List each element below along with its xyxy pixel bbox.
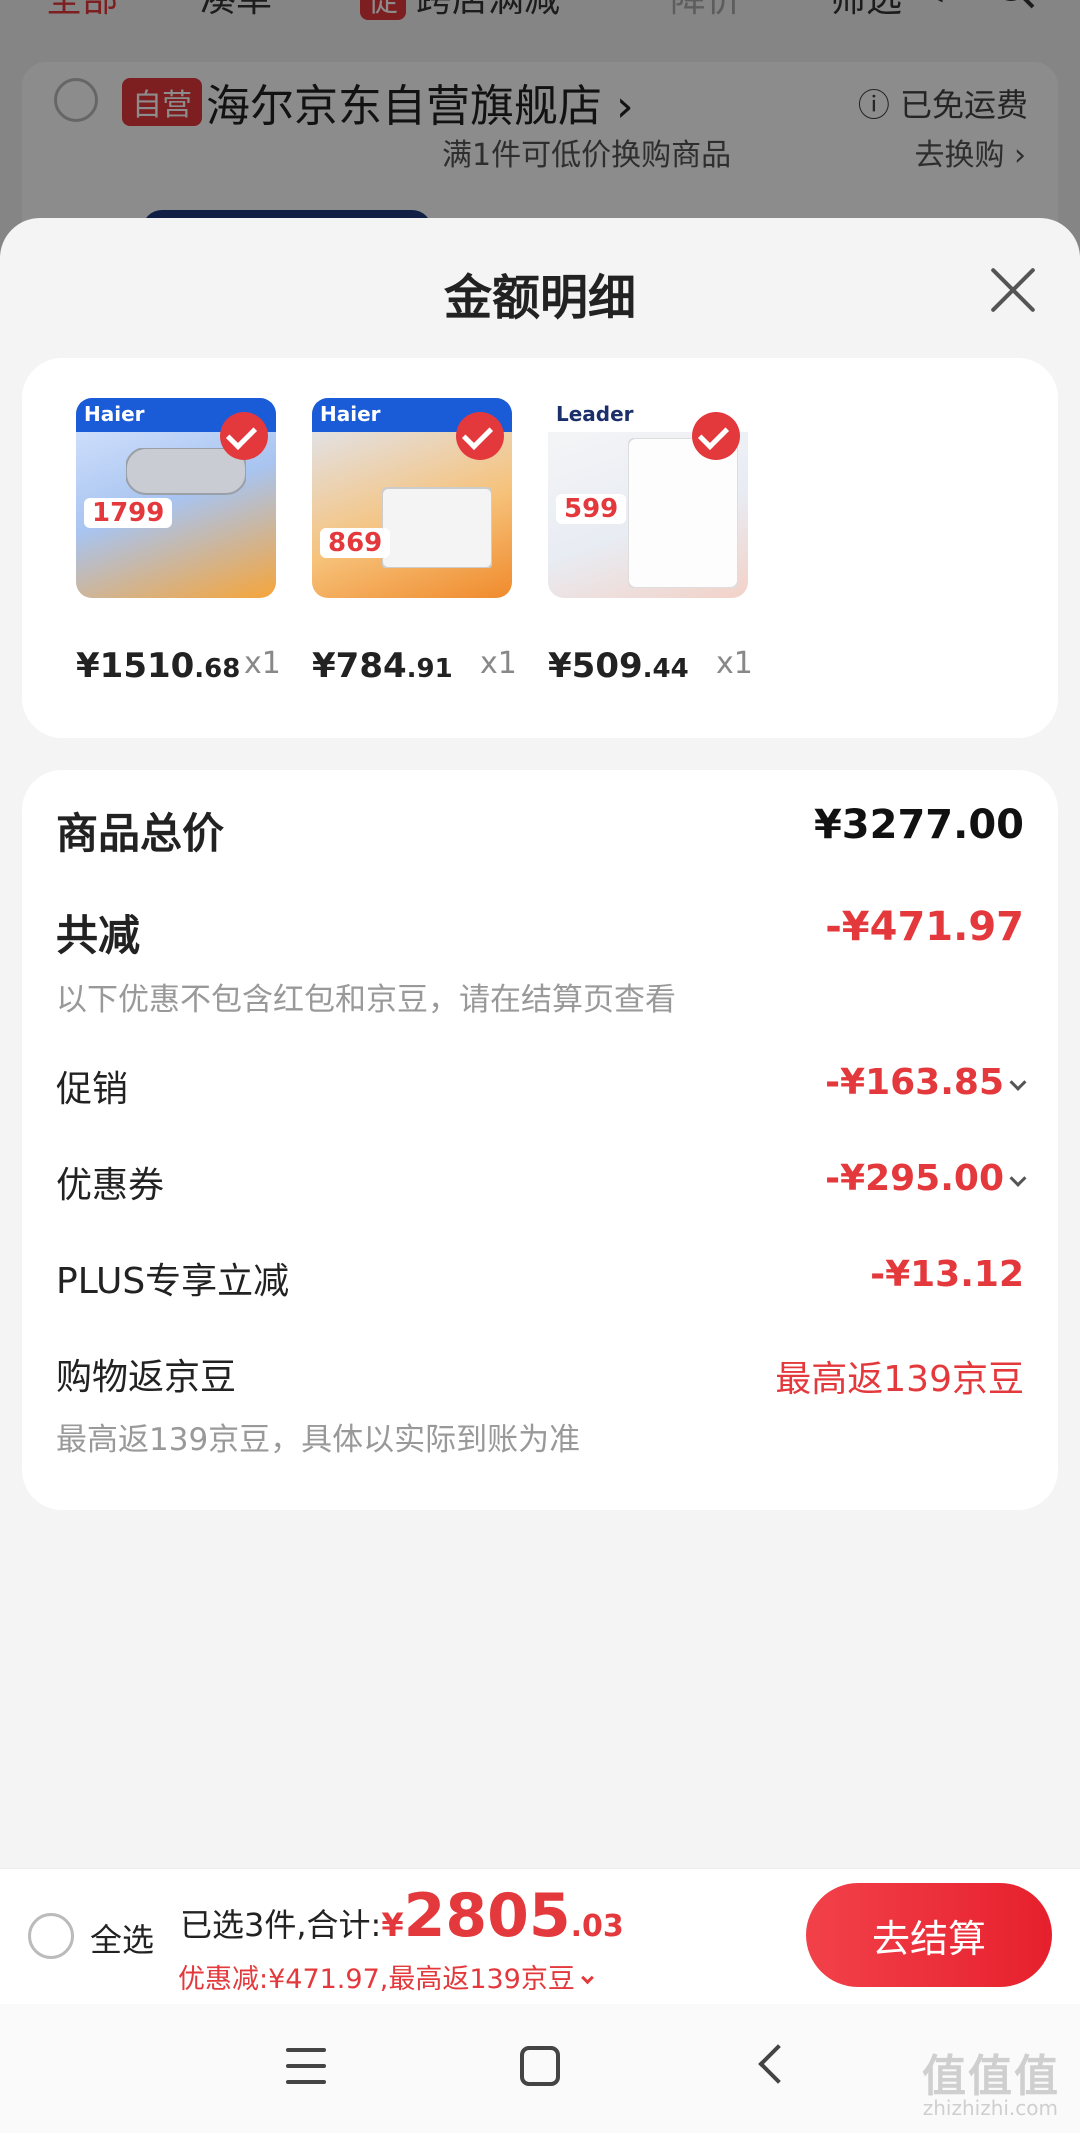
system-nav-bar: 值值值 zhizhizhi.com [0, 2004, 1080, 2133]
total-summary: 已选3件,合计:¥2805.03 [180, 1881, 624, 1951]
reduce-value: -¥471.97 [825, 904, 1024, 950]
total-amount-decimal: .03 [570, 1909, 624, 1944]
product-thumbnail[interactable]: Leader 599 [548, 398, 748, 598]
chevron-down-icon [581, 1971, 594, 1985]
discount-summary: 优惠减:¥471.97,最高返139京豆 [178, 1964, 575, 1995]
chevron-down-icon [1009, 1073, 1027, 1091]
promo-row-toggle[interactable]: -¥163.85 [825, 1062, 1027, 1103]
promo-value: -¥163.85 [825, 1062, 1004, 1103]
beans-value: 最高返139京豆 [775, 1359, 1024, 1400]
chevron-down-icon [1009, 1169, 1027, 1187]
plus-value: -¥13.12 [870, 1254, 1024, 1295]
plus-label: PLUS专享立减 [56, 1261, 290, 1302]
coupon-value: -¥295.00 [825, 1158, 1004, 1199]
checkout-bar: 全选 已选3件,合计:¥2805.03 优惠减:¥471.97,最高返139京豆… [0, 1868, 1080, 2004]
product-price: ¥784.91 [312, 646, 453, 686]
brand-logo: Leader [556, 402, 634, 426]
product-price: ¥1510.68 [76, 646, 240, 686]
checkmark-icon [220, 412, 268, 460]
product-quantity: x1 [480, 646, 517, 681]
beans-note: 最高返139京豆，具体以实际到账为准 [56, 1422, 581, 1458]
reduce-note: 以下优惠不包含红包和京豆，请在结算页查看 [56, 982, 676, 1018]
price-integer: ¥1510 [76, 646, 195, 686]
close-icon[interactable] [985, 262, 1041, 318]
checkout-button[interactable]: 去结算 [806, 1883, 1052, 1987]
product-price: ¥509.44 [548, 646, 689, 686]
price-decimal: .44 [642, 654, 689, 684]
price-decimal: .91 [406, 654, 453, 684]
total-amount-integer: 2805 [403, 1881, 571, 1951]
brand-logo: Haier [84, 402, 145, 426]
currency-symbol: ¥ [381, 1906, 404, 1944]
back-icon[interactable] [758, 2044, 798, 2084]
menu-icon[interactable] [286, 2048, 326, 2084]
total-value: ¥3277.00 [813, 802, 1024, 848]
price-integer: ¥509 [548, 646, 643, 686]
select-all-radio[interactable] [28, 1913, 74, 1959]
product-item[interactable]: Haier 869 ¥784.91 x1 [312, 398, 522, 686]
sheet-title: 金额明细 [443, 270, 636, 326]
freezer-image [382, 487, 492, 568]
thumb-price: 1799 [84, 498, 173, 528]
product-quantity: x1 [716, 646, 753, 681]
product-thumbnail[interactable]: Haier 1799 [76, 398, 276, 598]
selected-count-text: 已选3件,合计: [180, 1906, 382, 1944]
product-thumbnail[interactable]: Haier 869 [312, 398, 512, 598]
promo-label: 促销 [56, 1069, 129, 1110]
washing-machine-image [628, 438, 738, 588]
thumb-price: 869 [320, 528, 391, 558]
brand-logo: Haier [320, 402, 381, 426]
price-detail-sheet: 金额明细 Haier 1799 ¥1510.68 x1 Haier 869 ¥7… [0, 218, 1080, 1868]
product-quantity: x1 [244, 646, 281, 681]
discount-summary-toggle[interactable]: 优惠减:¥471.97,最高返139京豆 [178, 1957, 594, 1996]
product-list-card: Haier 1799 ¥1510.68 x1 Haier 869 ¥784.91… [22, 358, 1058, 738]
coupon-row-toggle[interactable]: -¥295.00 [825, 1158, 1027, 1199]
home-icon[interactable] [520, 2046, 560, 2086]
price-decimal: .68 [194, 654, 241, 684]
price-integer: ¥784 [312, 646, 407, 686]
coupon-label: 优惠券 [56, 1165, 165, 1206]
product-item[interactable]: Leader 599 ¥509.44 x1 [548, 398, 758, 686]
total-label: 商品总价 [56, 809, 225, 858]
checkmark-icon [456, 412, 504, 460]
thumb-price: 599 [556, 494, 627, 524]
reduce-label: 共减 [56, 911, 141, 960]
watermark-logo: 值值值 [922, 2051, 1060, 2102]
price-breakdown-card: 商品总价 ¥3277.00 共减 -¥471.97 以下优惠不包含红包和京豆，请… [22, 770, 1058, 1510]
checkmark-icon [692, 412, 740, 460]
water-heater-image [126, 448, 246, 495]
beans-label: 购物返京豆 [56, 1357, 237, 1398]
select-all-label[interactable]: 全选 [90, 1915, 154, 1961]
product-item[interactable]: Haier 1799 ¥1510.68 x1 [76, 398, 286, 686]
watermark-url: zhizhizhi.com [922, 2096, 1058, 2120]
